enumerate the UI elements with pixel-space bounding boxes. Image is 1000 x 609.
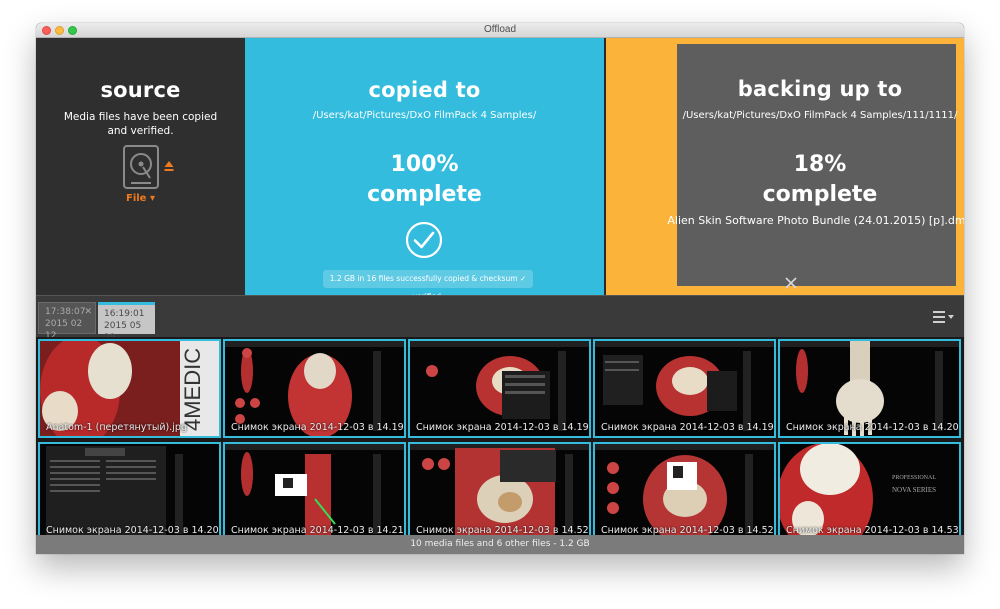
thumbnail-label: Anatom-1 (перетянутый).jpg (46, 422, 187, 433)
thumbnail-grid: 4MEDIC Anatom-1 (перетянутый).jpg Снимок… (36, 337, 964, 541)
thumbnail-label: Снимок экрана 2014-12-03 в 14.20.28.png (786, 422, 959, 433)
thumbnail[interactable]: Снимок экрана 2014-12-03 в 14.21.22.png (223, 442, 406, 541)
copied-to-title: copied to (368, 78, 481, 102)
source-title: source (100, 78, 181, 102)
thumbnail-label: Снимок экрана 2014-12-03 в 14.19.35.png (416, 422, 589, 433)
thumbnail-label: Снимок экрана 2014-12-03 в 14.19.39.png (601, 422, 774, 433)
backup-panel: backing up to /Users/kat/Pictures/DxO Fi… (606, 38, 964, 295)
svg-text:4MEDIC: 4MEDIC (180, 348, 205, 431)
copied-status: complete (367, 182, 482, 207)
thumbnail[interactable]: 4MEDIC Anatom-1 (перетянутый).jpg (38, 339, 221, 438)
thumbnail[interactable]: Снимок экрана 2014-12-03 в 14.19.35.png (408, 339, 591, 438)
copied-percent-block: 100% complete (245, 150, 604, 210)
copy-summary: 1.2 GB in 16 files successfully copied &… (323, 270, 533, 301)
hard-drive-icon[interactable] (123, 145, 159, 189)
source-type-dropdown[interactable]: File ▾ (36, 193, 245, 204)
svg-text:PROFESSIONAL: PROFESSIONAL (892, 475, 936, 481)
backup-percent-block: 18% complete (641, 150, 964, 210)
backup-current-file: Alien Skin Software Photo Bundle (24.01.… (667, 214, 964, 227)
eject-icon[interactable] (164, 160, 174, 172)
thumbnail[interactable]: PROFESSIONAL NOVA SERIES Снимок экрана 2… (778, 442, 961, 541)
thumbnail[interactable]: Снимок экрана 2014-12-03 в 14.20.28.png (778, 339, 961, 438)
status-bar: 10 media files and 6 other files - 1.2 G… (36, 535, 964, 554)
thumbnail[interactable]: Снимок экрана 2014-12-03 в 14.20.36.png (38, 442, 221, 541)
window-title: Offload (483, 24, 517, 35)
status-panels: source Media files have been copied and … (36, 38, 964, 301)
thumbnail[interactable]: Снимок экрана 2014-12-03 в 14.52.53.png (408, 442, 591, 541)
thumbnail[interactable]: Снимок экрана 2014-12-03 в 14.52.36.png (593, 442, 776, 541)
close-icon[interactable] (785, 277, 797, 289)
checkmark-circle-icon (405, 221, 443, 259)
session-tab-selected[interactable]: 16:19:01 2015 05 29 (98, 302, 155, 343)
backup-path: /Users/kat/Pictures/DxO FilmPack 4 Sampl… (682, 110, 958, 121)
thumbnail[interactable]: Снимок экрана 2014-12-03 в 14.19.26.png (223, 339, 406, 438)
app-window: Offload source Media files have been cop… (36, 23, 964, 554)
source-description: Media files have been copied and verifie… (63, 111, 218, 137)
copied-percent: 100% (390, 152, 459, 177)
session-time: 16:19:01 (104, 309, 145, 319)
copied-to-panel: copied to /Users/kat/Pictures/DxO FilmPa… (245, 38, 604, 301)
close-session-icon[interactable]: ✕ (84, 306, 92, 318)
backup-title: backing up to (737, 77, 903, 101)
backup-percent: 18% (793, 152, 847, 177)
title-bar: Offload (36, 23, 964, 38)
thumbnail[interactable]: Снимок экрана 2014-12-03 в 14.19.39.png (593, 339, 776, 438)
backup-status: complete (762, 182, 878, 207)
menu-icon[interactable] (933, 310, 959, 324)
svg-text:NOVA SERIES: NOVA SERIES (892, 486, 936, 494)
session-bar: 17:38:07 2015 02 12 ✕ 16:19:01 2015 05 2… (36, 295, 964, 343)
source-panel: source Media files have been copied and … (36, 38, 245, 295)
session-time: 17:38:07 (45, 307, 86, 317)
copied-to-path: /Users/kat/Pictures/DxO FilmPack 4 Sampl… (312, 110, 537, 121)
thumbnail-label: Снимок экрана 2014-12-03 в 14.19.26.png (231, 422, 404, 433)
session-tab[interactable]: 17:38:07 2015 02 12 ✕ (38, 302, 96, 341)
